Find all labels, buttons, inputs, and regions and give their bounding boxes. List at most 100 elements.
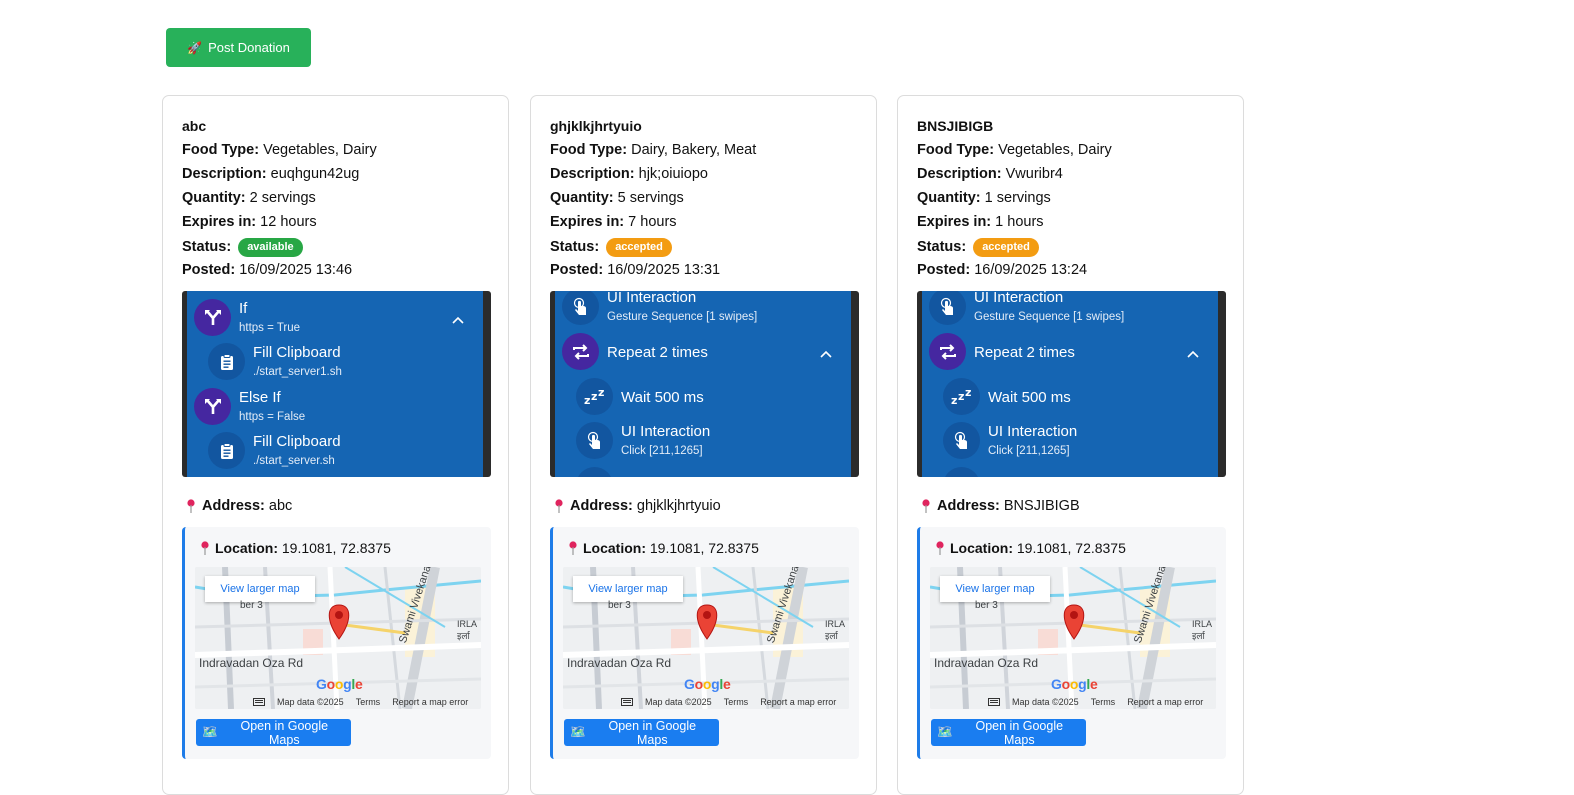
macro-step-title: Repeat 2 times xyxy=(974,344,1075,361)
map-data-text: Map data ©2025 xyxy=(645,697,712,707)
svg-text:z: z xyxy=(951,394,957,407)
expires-field: Expires in: 12 hours xyxy=(182,214,317,230)
sleep-icon: zzz xyxy=(951,387,971,407)
map-footer: Map data ©2025 Terms Report a map error xyxy=(930,695,1216,709)
macro-step-subtitle: https = False xyxy=(239,411,306,423)
location-row: Location: 19.1081, 72.8375 xyxy=(568,540,759,556)
food-type-field: Food Type: Vegetables, Dairy xyxy=(917,142,1112,158)
map-road-label: ber 3 xyxy=(240,600,263,611)
macro-step-title: Repeat 2 times xyxy=(607,344,708,361)
macro-step-icon xyxy=(943,467,980,477)
map-terms-link[interactable]: Terms xyxy=(1091,697,1116,707)
pushpin-icon xyxy=(936,541,944,555)
open-google-maps-button[interactable]: 🗺️ Open in Google Maps xyxy=(931,719,1086,747)
macro-screenshot: UI Interaction Gesture Sequence [1 swipes… xyxy=(922,291,1218,477)
embedded-map[interactable]: View larger map Indravadan Oza Rd Swami … xyxy=(930,567,1216,709)
google-logo: Google xyxy=(1051,676,1098,692)
map-icon: 🗺️ xyxy=(570,725,586,739)
map-road-label: इर्ला xyxy=(1192,631,1205,641)
chevron-up-icon[interactable] xyxy=(819,349,833,359)
macro-step-icon xyxy=(929,333,966,370)
google-logo: Google xyxy=(316,676,363,692)
expires-field: Expires in: 7 hours xyxy=(550,214,677,230)
macro-step-subtitle: ./start_server.sh xyxy=(253,455,335,467)
macro-step-icon xyxy=(562,333,599,370)
donation-card: abc Food Type: Vegetables, Dairy Descrip… xyxy=(162,95,509,795)
map-report-link[interactable]: Report a map error xyxy=(760,697,836,707)
map-data-text: Map data ©2025 xyxy=(277,697,344,707)
posted-field: Posted: 16/09/2025 13:24 xyxy=(917,262,1088,278)
map-road-label: IRLA xyxy=(457,619,478,629)
donation-card: ghjklkjhrtyuio Food Type: Dairy, Bakery,… xyxy=(530,95,877,795)
macro-step-title: UI Interaction xyxy=(607,291,697,306)
embedded-map[interactable]: View larger map Indravadan Oza Rd Swami … xyxy=(195,567,481,709)
open-google-maps-button[interactable]: 🗺️ Open in Google Maps xyxy=(196,719,351,747)
macro-step-icon xyxy=(194,299,231,336)
macro-step-icon xyxy=(562,291,599,325)
donation-image[interactable]: If https = True Fill Clipboard ./start_serv… xyxy=(182,291,491,477)
touch-icon xyxy=(573,297,586,315)
map-road-label: ber 3 xyxy=(975,600,998,611)
view-larger-map-link[interactable]: View larger map xyxy=(940,576,1050,602)
donation-title: ghjklkjhrtyuio xyxy=(550,118,642,134)
macro-step-icon xyxy=(943,422,980,459)
branch-icon xyxy=(204,309,221,325)
map-road-label: इर्ला xyxy=(457,631,470,641)
repeat-icon xyxy=(939,343,956,360)
macro-step-icon xyxy=(194,388,231,425)
location-box: Location: 19.1081, 72.8375 View larger m… xyxy=(550,527,859,759)
branch-icon xyxy=(204,398,221,414)
repeat-icon xyxy=(572,343,589,360)
chevron-up-icon[interactable] xyxy=(451,315,465,325)
map-footer: Map data ©2025 Terms Report a map error xyxy=(195,695,481,709)
map-road-label: IRLA xyxy=(825,619,846,629)
map-road-label: Indravadan Oza Rd xyxy=(199,656,304,670)
map-road-label: ber 3 xyxy=(608,600,631,611)
macro-screenshot: If https = True Fill Clipboard ./start_serv… xyxy=(187,291,483,477)
open-google-maps-button[interactable]: 🗺️ Open in Google Maps xyxy=(564,719,719,747)
status-field: Status: accepted xyxy=(550,238,672,257)
svg-text:z: z xyxy=(965,387,971,399)
macro-step-title: Fill Clipboard xyxy=(253,344,341,361)
macro-step-title: UI Interaction xyxy=(621,423,711,440)
macro-step-title: If xyxy=(239,300,248,317)
post-donation-label: Post Donation xyxy=(208,40,290,55)
chevron-up-icon[interactable] xyxy=(1186,349,1200,359)
map-icon: 🗺️ xyxy=(937,725,953,739)
macro-step-icon xyxy=(208,343,245,380)
address-row: Address: abc xyxy=(186,498,292,514)
donation-card: BNSJIBIGB Food Type: Vegetables, Dairy D… xyxy=(897,95,1244,795)
donation-image[interactable]: UI Interaction Gesture Sequence [1 swipes… xyxy=(550,291,859,477)
macro-step-subtitle: Click [211,1265] xyxy=(621,445,703,457)
map-report-link[interactable]: Report a map error xyxy=(1127,697,1203,707)
macro-step-icon xyxy=(208,432,245,469)
macro-step-icon xyxy=(576,422,613,459)
description-field: Description: euqhgun42ug xyxy=(182,166,360,182)
macro-screenshot: UI Interaction Gesture Sequence [1 swipes… xyxy=(555,291,851,477)
svg-text:z: z xyxy=(958,390,964,403)
macro-step-title: Wait 500 ms xyxy=(621,389,704,406)
food-type-field: Food Type: Dairy, Bakery, Meat xyxy=(550,142,757,158)
map-icon: 🗺️ xyxy=(202,725,218,739)
status-field: Status: accepted xyxy=(917,238,1039,257)
google-logo: Google xyxy=(684,676,731,692)
map-terms-link[interactable]: Terms xyxy=(356,697,381,707)
pushpin-icon xyxy=(187,499,195,513)
food-type-field: Food Type: Vegetables, Dairy xyxy=(182,142,377,158)
location-box: Location: 19.1081, 72.8375 View larger m… xyxy=(917,527,1226,759)
posted-field: Posted: 16/09/2025 13:46 xyxy=(182,262,353,278)
map-terms-link[interactable]: Terms xyxy=(724,697,749,707)
status-badge: accepted xyxy=(973,238,1039,257)
status-field: Status: available xyxy=(182,238,303,257)
rocket-icon: 🚀 xyxy=(187,40,203,55)
donation-image[interactable]: UI Interaction Gesture Sequence [1 swipes… xyxy=(917,291,1226,477)
embedded-map[interactable]: View larger map Indravadan Oza Rd Swami … xyxy=(563,567,849,709)
view-larger-map-link[interactable]: View larger map xyxy=(573,576,683,602)
quantity-field: Quantity: 1 servings xyxy=(917,190,1051,206)
clipboard-icon xyxy=(220,353,233,370)
view-larger-map-link[interactable]: View larger map xyxy=(205,576,315,602)
map-report-link[interactable]: Report a map error xyxy=(392,697,468,707)
sleep-icon: zzz xyxy=(584,387,604,407)
macro-step-subtitle: https = True xyxy=(239,322,301,334)
post-donation-button[interactable]: 🚀 Post Donation xyxy=(166,28,311,67)
